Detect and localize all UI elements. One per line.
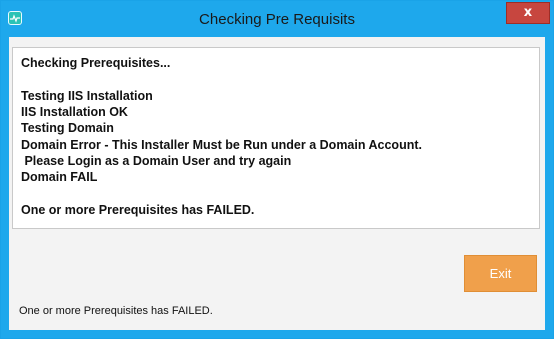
prerequisite-log: Checking Prerequisites... Testing IIS In… [12, 47, 540, 229]
log-line: Checking Prerequisites... [21, 56, 171, 70]
close-icon: x [523, 5, 533, 20]
exit-button[interactable]: Exit [464, 255, 537, 292]
window-title: Checking Pre Requisits [199, 11, 355, 28]
log-line: Domain Error - This Installer Must be Ru… [21, 138, 422, 152]
log-line: One or more Prerequisites has FAILED. [21, 203, 255, 217]
log-line: Testing Domain [21, 121, 114, 135]
log-line: IIS Installation OK [21, 105, 128, 119]
status-text: One or more Prerequisites has FAILED. [19, 305, 213, 317]
client-area: Checking Prerequisites... Testing IIS In… [9, 37, 545, 330]
close-button[interactable]: x [506, 2, 550, 24]
installer-window: Checking Pre Requisits x Checking Prereq… [0, 0, 554, 339]
log-line: Testing IIS Installation [21, 89, 153, 103]
log-line: Please Login as a Domain User and try ag… [21, 154, 292, 168]
title-bar[interactable]: Checking Pre Requisits x [1, 1, 553, 37]
log-line: Domain FAIL [21, 170, 98, 184]
